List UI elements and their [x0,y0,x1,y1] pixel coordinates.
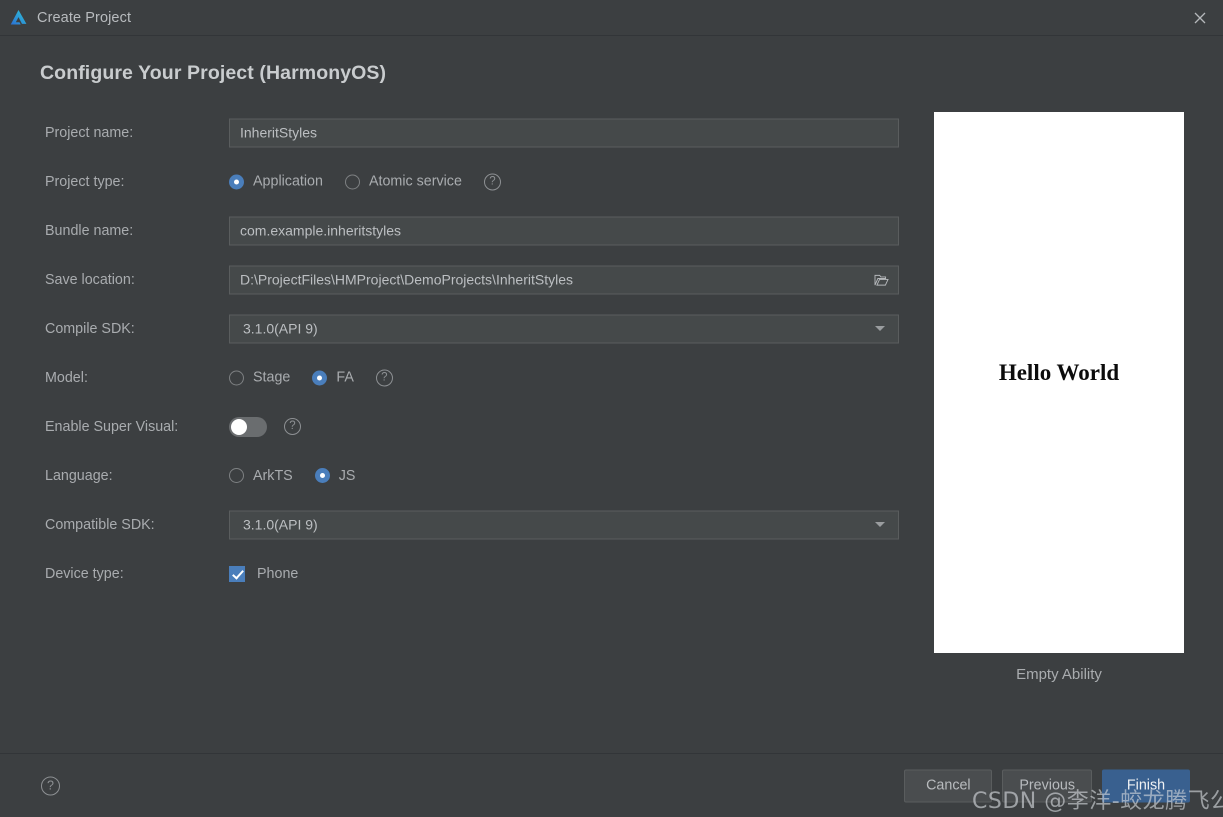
label-language: Language: [45,467,113,484]
row-save-location: Save location: D:\ProjectFiles\HMProject… [0,255,920,304]
radio-arkts[interactable]: ArkTS [229,468,293,484]
label-bundle-name: Bundle name: [45,222,134,239]
template-preview: Hello World [934,112,1184,653]
compatible-sdk-select[interactable]: 3.1.0(API 9) [229,510,899,539]
page-title: Configure Your Project (HarmonyOS) [40,62,387,84]
label-super-visual: Enable Super Visual: [45,418,179,435]
deveco-triangle-logo-icon [10,9,27,25]
radio-label-stage: Stage [253,369,291,386]
label-project-type: Project type: [45,173,125,190]
label-compatible-sdk: Compatible SDK: [45,516,155,533]
window-title: Create Project [37,9,132,26]
row-bundle-name: Bundle name: com.example.inheritstyles [0,206,920,255]
save-location-input[interactable]: D:\ProjectFiles\HMProject\DemoProjects\I… [229,265,899,294]
label-project-name: Project name: [45,124,134,141]
folder-open-icon [874,274,889,286]
row-project-name: Project name: InheritStyles [0,108,920,157]
project-type-radio-group: Application Atomic service [229,174,484,190]
project-type-help-icon[interactable]: ? [483,173,501,190]
compile-sdk-select[interactable]: 3.1.0(API 9) [229,314,899,343]
radio-dot-icon [312,370,328,385]
radio-label-atomic-service: Atomic service [368,173,462,190]
browse-folder-button[interactable] [864,266,898,293]
row-project-type: Project type: Application Atomic service… [0,157,920,206]
radio-stage[interactable]: Stage [229,370,290,386]
radio-atomic-service[interactable]: Atomic service [344,173,462,190]
chevron-down-icon [875,326,885,331]
row-language: Language: ArkTS JS [0,451,920,500]
preview-caption: Empty Ability [1016,666,1102,683]
preview-screen-text: Hello World [998,360,1120,385]
checkbox-icon [229,565,245,582]
radio-dot-icon [229,174,244,189]
radio-label-application: Application [253,173,323,190]
row-device-type: Device type: Phone [0,549,920,598]
footer-button-group: Cancel Previous Finish [904,769,1190,802]
radio-js[interactable]: JS [314,467,356,484]
radio-label-js: JS [338,467,356,484]
row-super-visual: Enable Super Visual: ? [0,402,920,451]
language-radio-group: ArkTS JS [229,468,377,484]
close-button[interactable] [1177,0,1223,36]
row-model: Model: Stage FA ? [0,353,920,402]
super-visual-toggle[interactable] [229,416,267,437]
project-config-form: Project name: InheritStyles Project type… [0,108,920,598]
dialog-footer: ? Cancel Previous Finish [0,753,1223,817]
model-radio-group: Stage FA [229,370,376,386]
radio-dot-icon [229,468,244,483]
previous-button[interactable]: Previous [1002,769,1092,802]
radio-label-fa: FA [336,369,354,386]
create-project-dialog: Create Project Configure Your Project (H… [0,0,1223,817]
label-compile-sdk: Compile SDK: [45,320,135,337]
radio-fa[interactable]: FA [312,369,354,386]
radio-dot-icon [344,174,360,189]
label-save-location: Save location: [45,271,135,288]
label-model: Model: [45,369,88,386]
radio-application[interactable]: Application [229,174,323,190]
checkbox-phone[interactable]: Phone [229,565,299,582]
checkbox-label-phone: Phone [257,565,299,582]
model-help-icon[interactable]: ? [375,369,393,386]
project-name-input[interactable]: InheritStyles [229,118,899,147]
footer-help-icon[interactable]: ? [41,776,60,795]
compile-sdk-value: 3.1.0(API 9) [243,320,318,337]
radio-dot-icon [314,468,330,483]
finish-button[interactable]: Finish [1102,769,1190,802]
close-icon [1194,12,1206,24]
row-compatible-sdk: Compatible SDK: 3.1.0(API 9) [0,500,920,549]
chevron-down-icon [875,522,885,527]
titlebar: Create Project [0,0,1223,36]
toggle-knob [231,418,247,435]
bundle-name-input[interactable]: com.example.inheritstyles [229,216,899,245]
row-compile-sdk: Compile SDK: 3.1.0(API 9) [0,304,920,353]
cancel-button[interactable]: Cancel [904,769,993,802]
label-device-type: Device type: [45,565,124,582]
compatible-sdk-value: 3.1.0(API 9) [243,516,318,533]
super-visual-help-icon[interactable]: ? [284,418,301,435]
radio-dot-icon [229,370,244,385]
radio-label-arkts: ArkTS [253,467,293,484]
